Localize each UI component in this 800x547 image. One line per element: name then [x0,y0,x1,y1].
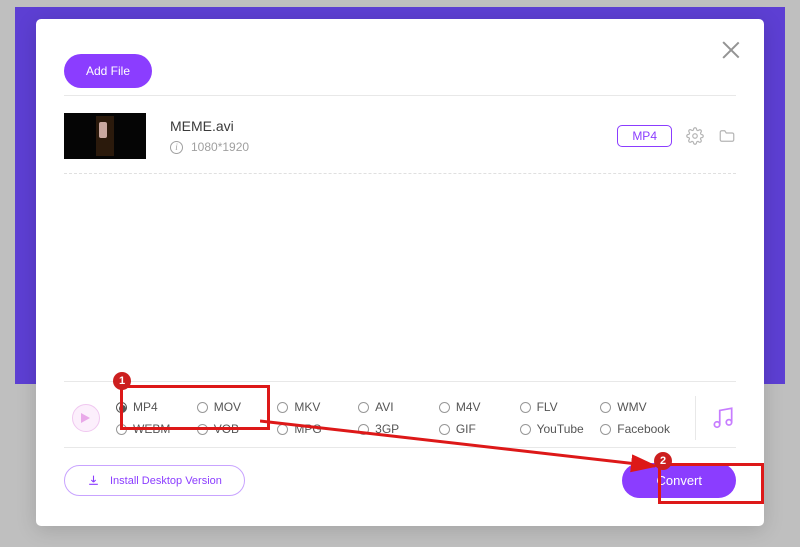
format-option-m4v[interactable]: M4V [439,400,520,414]
radio-icon [520,402,531,413]
format-option-mpg[interactable]: MPG [277,422,358,436]
radio-icon [197,402,208,413]
format-option-label: GIF [456,422,476,436]
format-option-label: WEBM [133,422,170,436]
format-option-wmv[interactable]: WMV [600,400,681,414]
format-option-label: WMV [617,400,646,414]
file-row: MEME.avi i 1080*1920 MP4 [64,105,736,167]
folder-icon[interactable] [718,127,736,145]
radio-icon [520,424,531,435]
output-format-tag[interactable]: MP4 [617,125,672,147]
format-option-label: Facebook [617,422,670,436]
format-option-webm[interactable]: WEBM [116,422,197,436]
radio-icon [358,424,369,435]
format-section: MP4 MOV MKV AVI M4V FLV WMV WEBM VOB MPG 3GP GIF You… [64,381,736,440]
format-option-mov[interactable]: MOV [197,400,278,414]
radio-icon [600,424,611,435]
radio-icon [277,424,288,435]
file-resolution-row: i 1080*1920 [170,140,617,154]
add-file-button[interactable]: Add File [64,54,152,88]
format-option-label: MOV [214,400,241,414]
converter-modal: Add File MEME.avi i 1080*1920 MP4 [36,19,764,526]
file-name: MEME.avi [170,118,617,134]
download-icon [87,474,100,487]
format-grid: MP4 MOV MKV AVI M4V FLV WMV WEBM VOB MPG 3GP GIF You… [108,400,681,436]
format-option-3gp[interactable]: 3GP [358,422,439,436]
format-option-facebook[interactable]: Facebook [600,422,681,436]
divider [64,447,736,448]
gear-icon[interactable] [686,127,704,145]
convert-button[interactable]: Convert [622,463,736,498]
info-icon[interactable]: i [170,141,183,154]
format-option-label: YouTube [537,422,584,436]
footer-row: Install Desktop Version Convert [64,463,736,498]
file-metadata: MEME.avi i 1080*1920 [170,118,617,154]
music-icon[interactable] [710,405,736,431]
divider-dashed [64,173,736,174]
format-option-mkv[interactable]: MKV [277,400,358,414]
format-option-flv[interactable]: FLV [520,400,601,414]
format-option-label: MP4 [133,400,158,414]
radio-icon [197,424,208,435]
radio-icon [116,424,127,435]
video-category-icon[interactable] [72,404,100,432]
divider [64,381,736,382]
format-option-gif[interactable]: GIF [439,422,520,436]
format-option-label: MPG [294,422,321,436]
format-option-mp4[interactable]: MP4 [116,400,197,414]
format-option-label: 3GP [375,422,399,436]
format-option-label: MKV [294,400,320,414]
close-icon[interactable] [720,39,742,61]
radio-icon [439,424,450,435]
radio-icon [116,402,127,413]
radio-icon [358,402,369,413]
divider-vertical [695,396,696,440]
radio-icon [439,402,450,413]
install-desktop-label: Install Desktop Version [110,475,222,487]
radio-icon [277,402,288,413]
install-desktop-button[interactable]: Install Desktop Version [64,465,245,496]
format-option-label: AVI [375,400,393,414]
annotation-badge-1: 1 [113,372,131,390]
format-option-label: FLV [537,400,558,414]
file-resolution: 1080*1920 [191,140,249,154]
format-option-label: VOB [214,422,239,436]
format-option-vob[interactable]: VOB [197,422,278,436]
radio-icon [600,402,611,413]
annotation-badge-2: 2 [654,452,672,470]
video-thumbnail[interactable] [64,113,146,159]
format-option-label: M4V [456,400,481,414]
format-option-youtube[interactable]: YouTube [520,422,601,436]
format-option-avi[interactable]: AVI [358,400,439,414]
divider [64,95,736,96]
